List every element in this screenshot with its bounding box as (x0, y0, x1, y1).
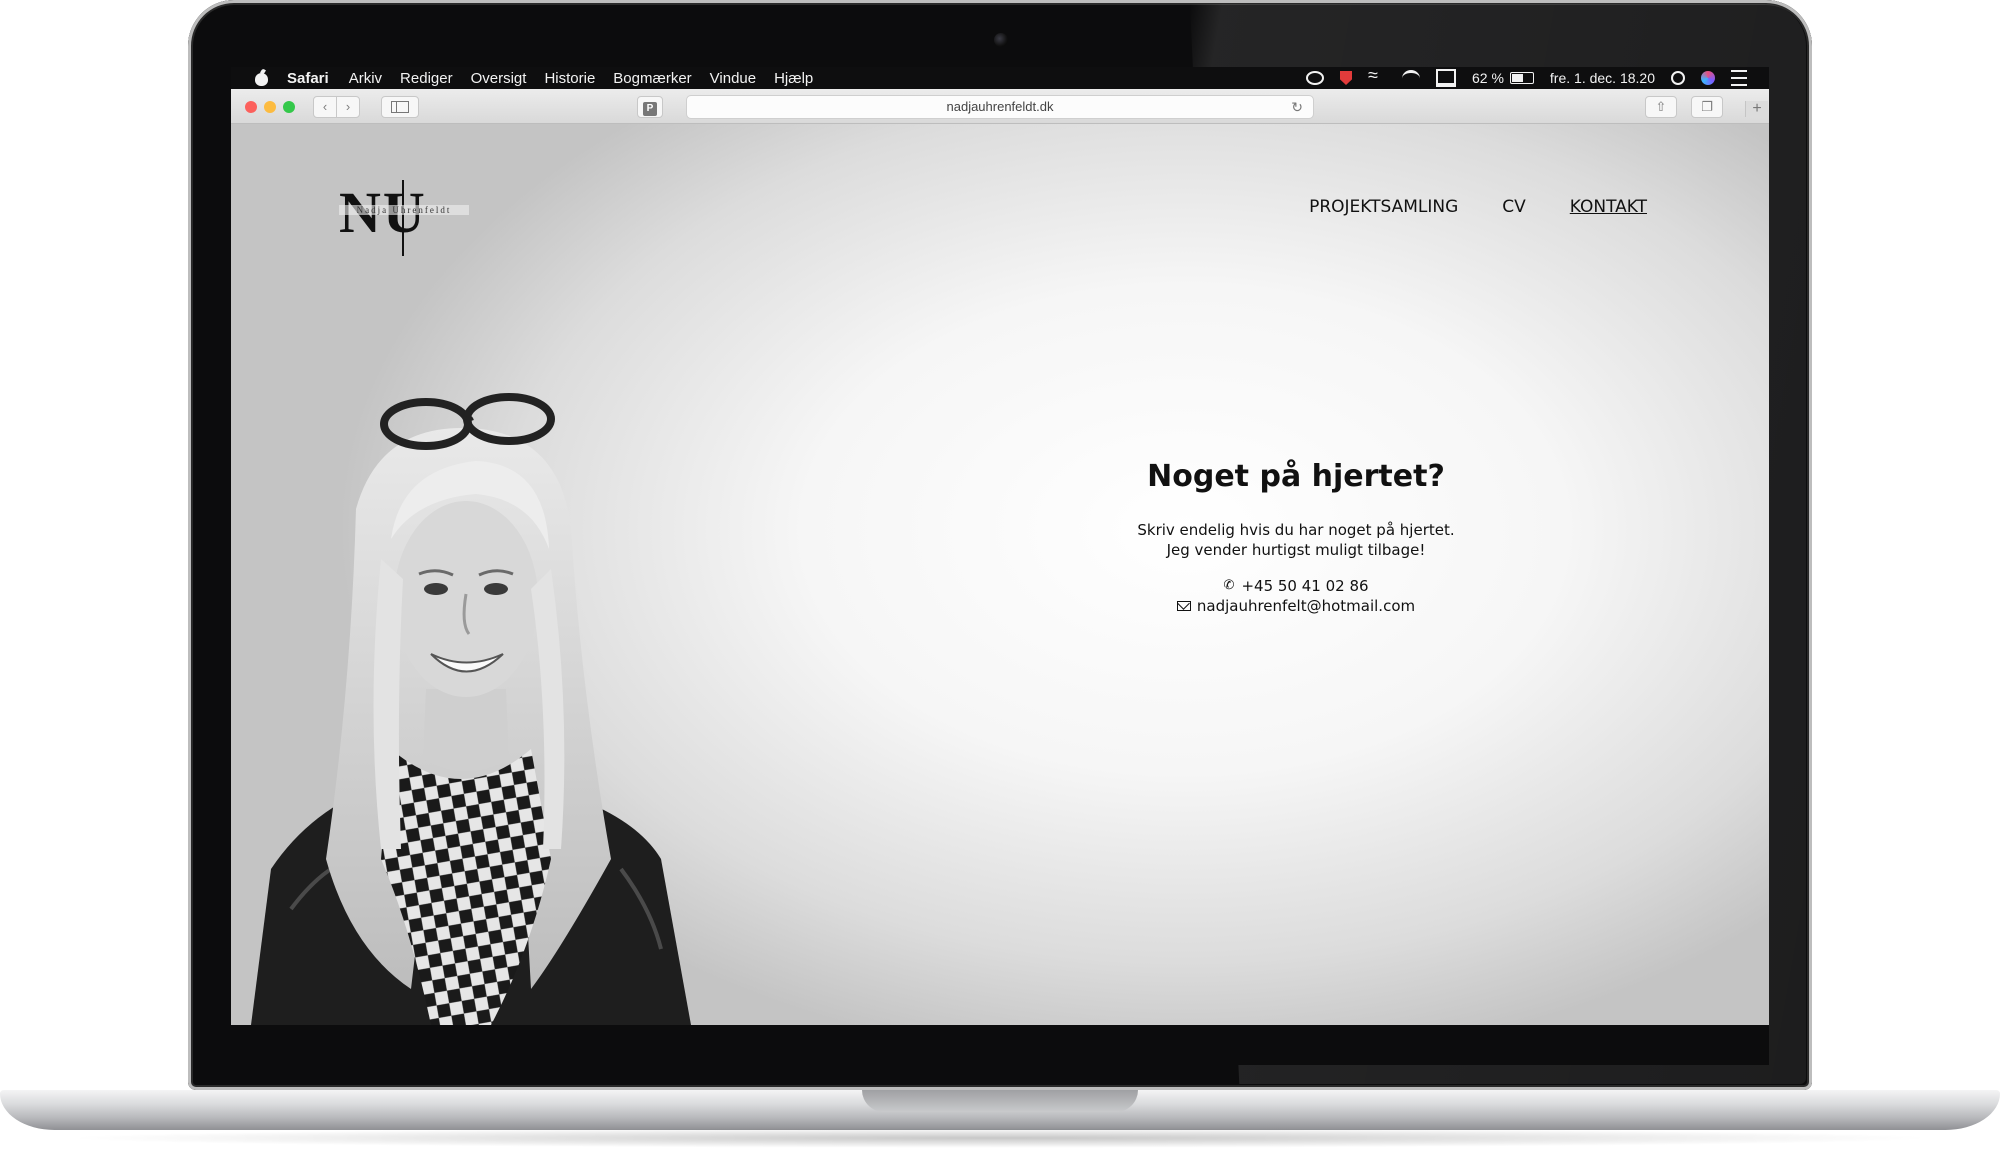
contact-message: Skriv endelig hvis du har noget på hjert… (1056, 520, 1536, 560)
apple-icon[interactable] (255, 70, 269, 86)
phone-icon (1223, 576, 1235, 596)
pocket-icon: P (643, 102, 657, 116)
contact-heading: Noget på hjertet? (1147, 459, 1445, 494)
menubar-status: 62 % fre. 1. dec. 18.20 (1306, 67, 1769, 87)
menu-hjaelp[interactable]: Hjælp (774, 70, 813, 87)
logo-script: Nadja Uhrenfeldt (339, 205, 469, 215)
battery-icon (1509, 72, 1534, 84)
airplay-icon[interactable] (1436, 69, 1456, 87)
sidebar-toggle-button[interactable] (381, 96, 419, 118)
siri-icon[interactable] (1701, 71, 1715, 85)
security-shield-icon[interactable] (1340, 71, 1352, 85)
menu-historie[interactable]: Historie (544, 70, 595, 87)
minimize-window-button[interactable] (264, 101, 276, 113)
phone-number[interactable]: +45 50 41 02 86 (1241, 576, 1368, 596)
wifi-icon[interactable] (1402, 69, 1420, 87)
nav-cv[interactable]: CV (1502, 197, 1526, 217)
contact-line-2: Jeg vender hurtigst muligt tilbage! (1166, 541, 1426, 559)
spotlight-search-icon[interactable] (1671, 71, 1685, 85)
site-logo[interactable]: NU Nadja Uhrenfeldt (339, 180, 469, 256)
contact-section: Noget på hjertet? Skriv endelig hvis du … (1056, 459, 1536, 616)
nav-kontakt[interactable]: KONTAKT (1570, 197, 1647, 217)
back-button[interactable]: ‹ (313, 96, 337, 118)
email-row[interactable]: nadjauhrenfelt@hotmail.com (1056, 596, 1536, 616)
laptop-shadow (60, 1128, 1940, 1148)
menu-vindue[interactable]: Vindue (710, 70, 756, 87)
web-page: NU Nadja Uhrenfeldt PROJEKTSAMLING CV KO… (231, 124, 1769, 1025)
site-nav: PROJEKTSAMLING CV KONTAKT (1309, 197, 1647, 217)
menubar: Safari Arkiv Rediger Oversigt Historie B… (231, 67, 1769, 89)
address-bar[interactable]: nadjauhrenfeldt.dk ↻ (686, 95, 1314, 119)
menubar-app-name[interactable]: Safari (287, 70, 329, 87)
new-tab-button[interactable]: + (1745, 101, 1768, 117)
notification-center-icon[interactable] (1731, 70, 1747, 86)
bottom-bezel (231, 1025, 1769, 1065)
share-button[interactable]: ⇧ (1645, 96, 1677, 118)
pocket-button[interactable]: P (637, 96, 663, 118)
email-address[interactable]: nadjauhrenfelt@hotmail.com (1197, 596, 1415, 616)
show-tabs-button[interactable]: ❐ (1691, 96, 1723, 118)
menubar-clock[interactable]: fre. 1. dec. 18.20 (1550, 70, 1655, 86)
tabs-icon: ❐ (1701, 99, 1713, 114)
menu-oversigt[interactable]: Oversigt (471, 70, 527, 87)
nav-projektsamling[interactable]: PROJEKTSAMLING (1309, 197, 1458, 217)
forward-button[interactable]: › (336, 96, 360, 118)
laptop-open-notch (862, 1090, 1138, 1112)
contact-line-1: Skriv endelig hvis du har noget på hjert… (1137, 521, 1455, 539)
reload-icon[interactable]: ↻ (1291, 96, 1303, 118)
chevron-left-icon: ‹ (322, 99, 328, 114)
battery-percent: 62 % (1472, 70, 1504, 86)
menu-bogmaerker[interactable]: Bogmærker (613, 70, 691, 87)
menu-arkiv[interactable]: Arkiv (349, 70, 382, 87)
screen: Safari Arkiv Rediger Oversigt Historie B… (231, 67, 1769, 1025)
chevron-right-icon: › (345, 99, 351, 114)
camera (994, 33, 1008, 47)
menu-rediger[interactable]: Rediger (400, 70, 453, 87)
close-window-button[interactable] (245, 101, 257, 113)
safari-toolbar: ‹ › P nadjauhrenfeldt.dk ↻ ⇧ ❐ (231, 89, 1769, 124)
portrait-photo (251, 393, 691, 1025)
envelope-icon (1176, 601, 1191, 611)
battery-status[interactable]: 62 % (1472, 70, 1534, 86)
contact-info: +45 50 41 02 86 nadjauhrenfelt@hotmail.c… (1056, 576, 1536, 616)
creative-cloud-icon[interactable] (1306, 71, 1324, 85)
share-icon: ⇧ (1655, 99, 1667, 114)
phone-row[interactable]: +45 50 41 02 86 (1056, 576, 1536, 596)
url-text: nadjauhrenfeldt.dk (946, 99, 1054, 114)
logo-divider (402, 180, 404, 256)
wave-icon[interactable] (1368, 67, 1386, 86)
fullscreen-window-button[interactable] (283, 101, 295, 113)
sidebar-icon (391, 101, 409, 113)
